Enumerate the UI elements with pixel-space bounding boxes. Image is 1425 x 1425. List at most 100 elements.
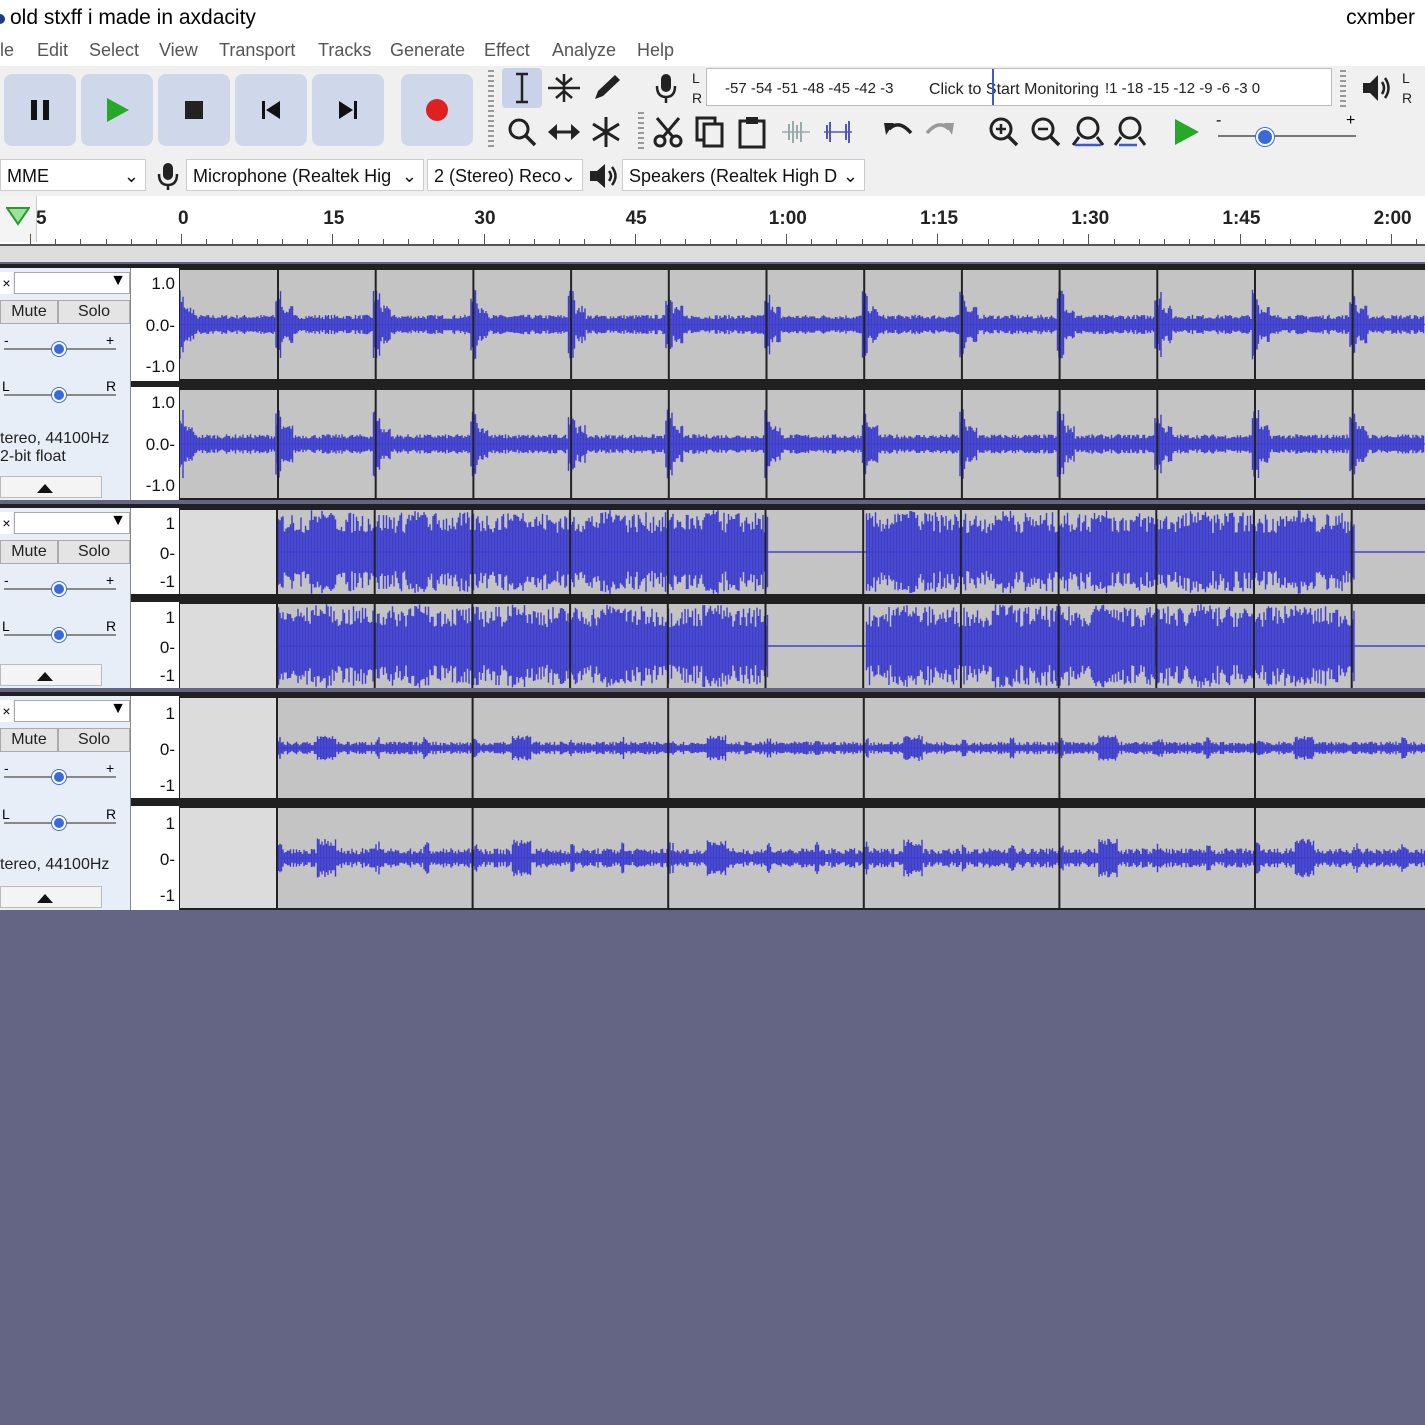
- pan-slider[interactable]: L R: [2, 618, 116, 642]
- record-meter-button[interactable]: [646, 68, 686, 108]
- paste-button[interactable]: [732, 112, 772, 152]
- trim-button[interactable]: [776, 112, 816, 152]
- play-button[interactable]: [81, 74, 153, 146]
- zoom-in-button[interactable]: [984, 112, 1024, 152]
- menu-analyze[interactable]: Analyze: [552, 40, 616, 61]
- skip-to-end-button[interactable]: [312, 74, 384, 146]
- draw-tool[interactable]: [586, 68, 626, 108]
- scale-top: 1.0: [151, 274, 175, 293]
- audio-host-select[interactable]: MME ⌄: [0, 159, 146, 191]
- ruler-tick: [559, 239, 561, 244]
- copy-button[interactable]: [690, 112, 730, 152]
- menu-view[interactable]: View: [159, 40, 198, 61]
- chevron-down-icon: ⌄: [842, 160, 858, 190]
- record-button[interactable]: [401, 74, 473, 146]
- time-shift-tool[interactable]: [544, 112, 584, 152]
- waveform-left-channel[interactable]: [180, 510, 1425, 594]
- scale-bottom: -1.0: [145, 476, 175, 495]
- multi-tool[interactable]: [586, 112, 626, 152]
- close-icon[interactable]: ×: [0, 512, 13, 534]
- pan-thumb[interactable]: [52, 816, 66, 830]
- recording-device-select[interactable]: Microphone (Realtek Hig ⌄: [186, 159, 424, 191]
- selection-tool[interactable]: [502, 68, 542, 108]
- track-name-menu[interactable]: ▼: [14, 512, 130, 534]
- zoom-out-button[interactable]: [1026, 112, 1066, 152]
- recording-channels-select[interactable]: 2 (Stereo) Reco ⌄: [427, 159, 583, 191]
- mute-button[interactable]: Mute: [0, 540, 58, 564]
- zoom-tool[interactable]: [502, 112, 542, 152]
- toolbar-grip[interactable]: [1340, 70, 1346, 110]
- menu-transport[interactable]: Transport: [219, 40, 295, 61]
- mute-button[interactable]: Mute: [0, 728, 58, 752]
- pan-thumb[interactable]: [52, 628, 66, 642]
- envelope-tool[interactable]: [544, 68, 584, 108]
- menu-edit[interactable]: Edit: [37, 40, 68, 61]
- track-name-menu[interactable]: ▼: [14, 272, 130, 294]
- menu-select[interactable]: Select: [89, 40, 139, 61]
- collapse-track-button[interactable]: [0, 476, 102, 498]
- close-icon[interactable]: ×: [0, 700, 13, 722]
- gain-slider[interactable]: - +: [4, 760, 116, 784]
- fit-project-button[interactable]: [1110, 112, 1150, 152]
- ruler-tick: [634, 234, 636, 244]
- recording-device-value: Microphone (Realtek Hig: [193, 166, 392, 186]
- menu-tracks[interactable]: Tracks: [318, 40, 371, 61]
- menu-help[interactable]: Help: [637, 40, 674, 61]
- menu-effect[interactable]: Effect: [484, 40, 530, 61]
- skip-to-start-button[interactable]: [235, 74, 307, 146]
- waveform-right-channel[interactable]: [180, 390, 1425, 498]
- collapse-track-button[interactable]: [0, 886, 102, 908]
- ruler-tick: [584, 239, 586, 244]
- undo-button[interactable]: [878, 112, 918, 152]
- amplitude-scale: 1 0- -1: [131, 806, 179, 910]
- solo-button[interactable]: Solo: [58, 728, 130, 752]
- gain-slider[interactable]: - +: [4, 332, 116, 356]
- close-icon[interactable]: ×: [0, 272, 13, 294]
- recording-meter[interactable]: -57 -54 -51 -48 -45 -42 -3 Click to Star…: [706, 68, 1332, 106]
- rec-meter-l: L: [692, 70, 700, 86]
- solo-button[interactable]: Solo: [58, 540, 130, 564]
- mute-button[interactable]: Mute: [0, 300, 58, 324]
- waveform-graphic: [180, 510, 1425, 594]
- chevron-down-icon: ⌄: [560, 160, 576, 190]
- silence-button[interactable]: [818, 112, 858, 152]
- zoom-out-icon: [1031, 117, 1061, 147]
- ruler-tick: [357, 239, 359, 244]
- waveform-left-channel[interactable]: [180, 698, 1425, 798]
- gain-thumb[interactable]: [52, 770, 66, 784]
- playback-meter-button[interactable]: [1356, 68, 1396, 108]
- toolbar-grip[interactable]: [638, 112, 644, 150]
- redo-button[interactable]: [920, 112, 960, 152]
- title-right-text: cxmber: [1346, 6, 1415, 29]
- scale-mid: 0-: [159, 850, 175, 869]
- waveform-right-channel[interactable]: [180, 808, 1425, 908]
- fit-selection-button[interactable]: [1068, 112, 1108, 152]
- menu-generate[interactable]: Generate: [390, 40, 465, 61]
- speed-thumb[interactable]: [1256, 128, 1274, 146]
- waveform-right-channel[interactable]: [180, 604, 1425, 688]
- cut-button[interactable]: [648, 112, 688, 152]
- playback-device-select[interactable]: Speakers (Realtek High D ⌄: [622, 159, 865, 191]
- asterisk-icon: [592, 117, 620, 147]
- track-name-menu[interactable]: ▼: [14, 700, 130, 722]
- waveform-left-channel[interactable]: [180, 270, 1425, 379]
- play-at-speed-button[interactable]: [1166, 112, 1206, 152]
- timeline-ruler[interactable]: 5 0 15 30 45 1:00 1:15 1:30 1:45 2:00: [0, 196, 1425, 246]
- pan-thumb[interactable]: [52, 388, 66, 402]
- ruler-tick: [987, 239, 989, 244]
- playback-speed-slider[interactable]: - +: [1214, 112, 1360, 152]
- pan-slider[interactable]: L R: [2, 806, 116, 830]
- gain-thumb[interactable]: [52, 582, 66, 596]
- collapse-track-button[interactable]: [0, 664, 102, 686]
- gain-thumb[interactable]: [52, 342, 66, 356]
- pause-button[interactable]: [4, 74, 76, 146]
- ruler-tick: [1365, 239, 1367, 244]
- pan-slider[interactable]: L R: [2, 378, 116, 402]
- stop-button[interactable]: [158, 74, 230, 146]
- ruler-gap: [0, 246, 1425, 262]
- gain-slider[interactable]: - +: [4, 572, 116, 596]
- menu-file[interactable]: le: [0, 40, 14, 61]
- ruler-tick: [282, 239, 283, 244]
- solo-button[interactable]: Solo: [58, 300, 130, 324]
- toolbar-grip[interactable]: [488, 70, 494, 150]
